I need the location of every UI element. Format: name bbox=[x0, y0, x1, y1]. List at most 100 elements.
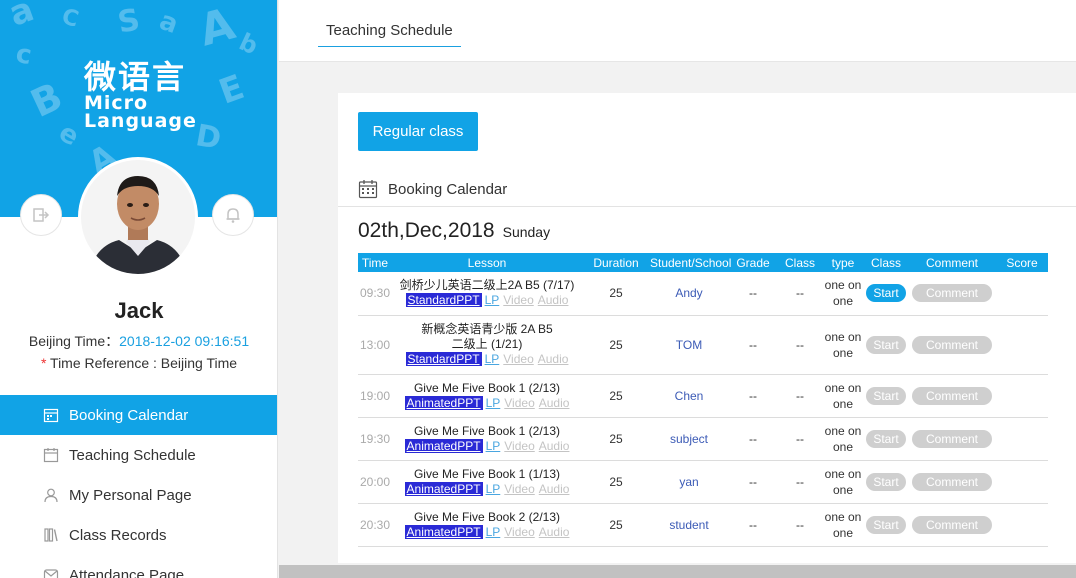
video-link[interactable]: Video bbox=[504, 525, 534, 539]
row-class: -- bbox=[778, 315, 822, 375]
column-header: Comment bbox=[908, 253, 996, 272]
type-line-1: one on bbox=[824, 423, 862, 438]
row-class-action: Start bbox=[864, 315, 908, 375]
row-class-action: Start bbox=[864, 417, 908, 461]
lesson-links: AnimatedPPT LP Video Audio bbox=[392, 524, 582, 540]
comment-button[interactable]: Comment bbox=[912, 472, 992, 491]
tab-teaching-schedule[interactable]: Teaching Schedule bbox=[318, 20, 461, 47]
row-type: one on one bbox=[822, 460, 864, 504]
row-score bbox=[996, 460, 1048, 504]
comment-button[interactable]: Comment bbox=[912, 284, 992, 303]
user-name: Jack bbox=[114, 298, 164, 323]
lp-link[interactable]: LP bbox=[486, 482, 501, 496]
attendance-icon bbox=[42, 566, 60, 578]
sidebar-item-booking-calendar[interactable]: Booking Calendar bbox=[0, 395, 277, 435]
time-reference-text: Time Reference : Beijing Time bbox=[46, 355, 238, 371]
audio-link[interactable]: Audio bbox=[538, 293, 569, 307]
start-button[interactable]: Start bbox=[866, 515, 906, 534]
start-button[interactable]: Start bbox=[866, 284, 906, 303]
beijing-time-value: 2018-12-02 09:16:51 bbox=[119, 333, 250, 349]
comment-button[interactable]: Comment bbox=[912, 386, 992, 405]
horizontal-scrollbar[interactable] bbox=[279, 565, 1076, 578]
regular-class-button[interactable]: Regular class bbox=[358, 112, 478, 151]
row-student[interactable]: Andy bbox=[650, 272, 728, 316]
main-content: Regular class Booking Calendar 02th,Dec,… bbox=[338, 93, 1076, 563]
row-grade: -- bbox=[728, 460, 778, 504]
row-class: -- bbox=[778, 272, 822, 316]
video-link[interactable]: Video bbox=[504, 396, 534, 410]
lesson-name: Give Me Five Book 1 (2/13) bbox=[413, 380, 561, 395]
decor-letter: A bbox=[193, 0, 241, 57]
column-header: Time bbox=[358, 253, 392, 272]
column-header: Class bbox=[864, 253, 908, 272]
row-comment: Comment bbox=[908, 417, 996, 461]
calendar-icon bbox=[358, 180, 378, 199]
comment-button[interactable]: Comment bbox=[912, 429, 992, 448]
audio-link[interactable]: Audio bbox=[539, 439, 570, 453]
video-link[interactable]: Video bbox=[503, 352, 533, 366]
calendar-icon bbox=[42, 446, 60, 464]
lp-link[interactable]: LP bbox=[486, 525, 501, 539]
start-button[interactable]: Start bbox=[866, 429, 906, 448]
sidebar-item-label: Class Records bbox=[69, 526, 167, 544]
video-link[interactable]: Video bbox=[503, 293, 533, 307]
row-class: -- bbox=[778, 503, 822, 547]
start-button[interactable]: Start bbox=[866, 386, 906, 405]
lesson-name: Give Me Five Book 2 (2/13) bbox=[413, 509, 561, 524]
avatar[interactable] bbox=[78, 157, 198, 277]
comment-button[interactable]: Comment bbox=[912, 515, 992, 534]
row-time: 19:30 bbox=[358, 417, 392, 461]
table-row: 19:30 Give Me Five Book 1 (2/13) Animate… bbox=[358, 417, 1048, 461]
lp-link[interactable]: LP bbox=[485, 352, 500, 366]
beijing-time: Beijing Time：2018-12-02 09:16:51 bbox=[0, 331, 277, 351]
sidebar-item-class-records[interactable]: Class Records bbox=[0, 515, 277, 555]
ppt-link[interactable]: StandardPPT bbox=[405, 293, 482, 308]
lp-link[interactable]: LP bbox=[486, 396, 501, 410]
row-class: -- bbox=[778, 417, 822, 461]
ppt-link[interactable]: AnimatedPPT bbox=[404, 481, 483, 496]
row-score bbox=[996, 374, 1048, 418]
row-student[interactable]: yan bbox=[650, 460, 728, 504]
audio-link[interactable]: Audio bbox=[538, 352, 569, 366]
row-student[interactable]: subject bbox=[650, 417, 728, 461]
video-link[interactable]: Video bbox=[504, 482, 534, 496]
sidebar-item-teaching-schedule[interactable]: Teaching Schedule bbox=[0, 435, 277, 475]
row-grade: -- bbox=[728, 374, 778, 418]
ppt-link[interactable]: StandardPPT bbox=[405, 352, 482, 366]
column-header: Grade bbox=[728, 253, 778, 272]
brand-name-en-2: Language bbox=[84, 110, 197, 132]
audio-link[interactable]: Audio bbox=[539, 396, 570, 410]
start-button[interactable]: Start bbox=[866, 335, 906, 354]
current-weekday: Sunday bbox=[502, 224, 551, 240]
booking-calendar-title: Booking Calendar bbox=[388, 180, 508, 198]
ppt-link[interactable]: AnimatedPPT bbox=[404, 438, 483, 453]
table-header-row: Time Lesson Duration Student/School Grad… bbox=[358, 253, 1048, 272]
row-lesson: 剑桥少儿英语二级上2A B5 (7/17) StandardPPT LP Video… bbox=[392, 272, 582, 316]
ppt-link[interactable]: AnimatedPPT bbox=[404, 524, 483, 539]
row-type: one on one bbox=[822, 503, 864, 547]
lp-link[interactable]: LP bbox=[486, 439, 501, 453]
row-student[interactable]: TOM bbox=[650, 315, 728, 375]
audio-link[interactable]: Audio bbox=[539, 482, 570, 496]
lp-link[interactable]: LP bbox=[485, 293, 500, 307]
row-time: 13:00 bbox=[358, 315, 392, 375]
row-time: 20:30 bbox=[358, 503, 392, 547]
audio-link[interactable]: Audio bbox=[539, 525, 570, 539]
row-student[interactable]: Chen bbox=[650, 374, 728, 418]
row-comment: Comment bbox=[908, 374, 996, 418]
lesson-name: 剑桥少儿英语二级上2A B5 (7/17) bbox=[399, 278, 575, 293]
row-class-action: Start bbox=[864, 272, 908, 316]
start-button[interactable]: Start bbox=[866, 472, 906, 491]
column-header: Lesson bbox=[392, 253, 582, 272]
notifications-button[interactable] bbox=[212, 194, 254, 236]
row-duration: 25 bbox=[582, 460, 650, 504]
sidebar-item-attendance[interactable]: Attendance Page bbox=[0, 555, 277, 578]
column-header: Duration bbox=[582, 253, 650, 272]
video-link[interactable]: Video bbox=[504, 439, 534, 453]
row-student[interactable]: student bbox=[650, 503, 728, 547]
sidebar-item-personal-page[interactable]: My Personal Page bbox=[0, 475, 277, 515]
bell-icon bbox=[226, 208, 240, 223]
logout-button[interactable] bbox=[20, 194, 62, 236]
ppt-link[interactable]: AnimatedPPT bbox=[404, 395, 483, 410]
comment-button[interactable]: Comment bbox=[912, 335, 992, 354]
